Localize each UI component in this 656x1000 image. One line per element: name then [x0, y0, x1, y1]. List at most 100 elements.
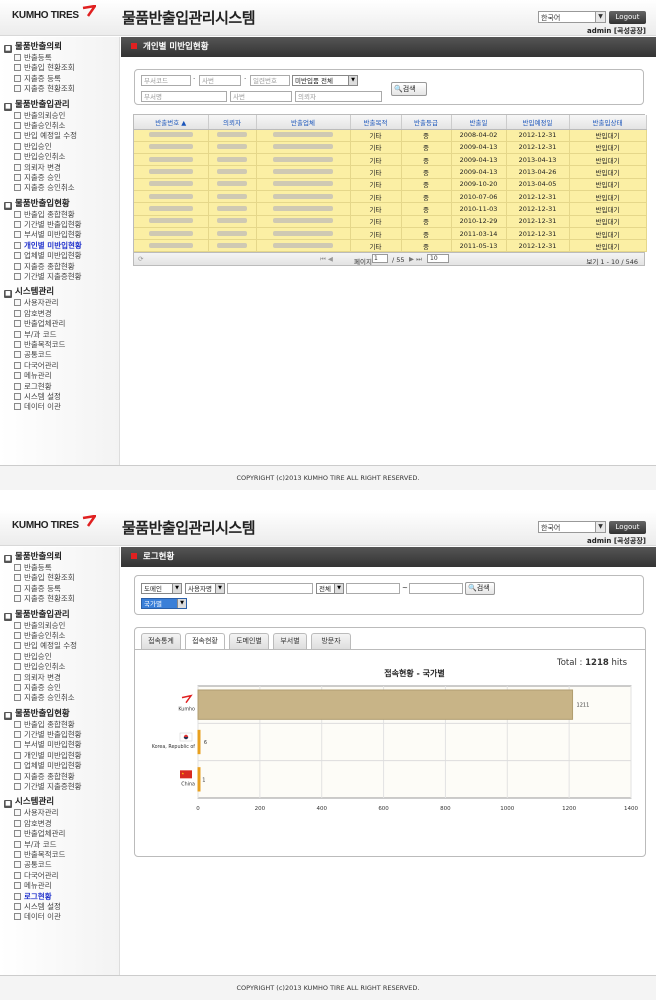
sidebar-item[interactable]: 다국어관리 — [0, 361, 119, 371]
sidebar-item[interactable]: 지출증 등록 — [0, 74, 119, 84]
table-row[interactable]: 기타 중 2011-05-13 2012-12-31 반입대기 — [134, 239, 647, 253]
sidebar-item[interactable]: 기간별 지출증현황 — [0, 782, 119, 792]
column-header[interactable]: 의뢰자 — [208, 115, 257, 130]
sidebar-item[interactable]: 지출증 승인 — [0, 173, 119, 183]
refresh-icon[interactable]: ⟳ — [138, 255, 143, 263]
sidebar-item[interactable]: 데이터 이관 — [0, 912, 119, 922]
sidebar-item[interactable]: 사용자관리 — [0, 808, 119, 818]
sidebar-item[interactable]: 암호변경 — [0, 819, 119, 829]
sidebar-item[interactable]: 지출증 승인취소 — [0, 693, 119, 703]
requester-input[interactable]: 의뢰자 — [295, 91, 382, 102]
logo[interactable]: KUMHO TIRES — [12, 515, 96, 531]
status-select[interactable]: 미반입품 전체 ▼ — [292, 75, 358, 86]
sidebar-item[interactable]: 다국어관리 — [0, 871, 119, 881]
sidebar-item[interactable]: 지출증 승인취소 — [0, 183, 119, 193]
sidebar-item[interactable]: 메뉴관리 — [0, 371, 119, 381]
sidebar-item[interactable]: 기간별 지출증현황 — [0, 272, 119, 282]
user-select[interactable]: 사용자명 ▼ — [185, 583, 225, 594]
end-date-input[interactable] — [409, 583, 463, 594]
next-page-icon[interactable]: ▶ ⏭ — [409, 255, 422, 264]
sidebar-item[interactable]: 반입승인 — [0, 652, 119, 662]
sidebar-group[interactable]: ■ 물품반출입관리 — [0, 100, 119, 111]
sidebar-item[interactable]: 반출등록 — [0, 563, 119, 573]
sidebar-item[interactable]: 데이터 이관 — [0, 402, 119, 412]
sidebar-item[interactable]: 지출증 종합현황 — [0, 772, 119, 782]
first-page-icon[interactable]: ⏮ ◀ — [320, 255, 333, 264]
sidebar-item[interactable]: 반출입 종합현황 — [0, 720, 119, 730]
dept-name-input[interactable]: 부서명 — [141, 91, 227, 102]
sidebar-item[interactable]: 의뢰자 변경 — [0, 163, 119, 173]
sidebar-item[interactable]: 반출입 현황조회 — [0, 63, 119, 73]
table-row[interactable]: 기타 중 2010-11-03 2012-12-31 반입대기 — [134, 202, 647, 216]
group-select[interactable]: 국가별 ▼ — [141, 598, 187, 609]
sidebar-item[interactable]: 메뉴관리 — [0, 881, 119, 891]
start-date-input[interactable] — [346, 583, 400, 594]
sidebar-item[interactable]: 지출증 승인 — [0, 683, 119, 693]
sidebar-item[interactable]: 반출목적코드 — [0, 340, 119, 350]
keyword-input[interactable] — [227, 583, 313, 594]
sidebar-item[interactable]: 지출증 현황조회 — [0, 84, 119, 94]
sidebar-item[interactable]: 부/과 코드 — [0, 840, 119, 850]
emp-input[interactable]: 사번 — [230, 91, 292, 102]
sidebar-item[interactable]: 부서별 미반입현황 — [0, 230, 119, 240]
sidebar-item[interactable]: 기간별 반출입현황 — [0, 730, 119, 740]
sidebar-item[interactable]: 반출업체관리 — [0, 319, 119, 329]
sidebar-item[interactable]: 시스템 설정 — [0, 392, 119, 402]
table-row[interactable]: 기타 중 2008-04-02 2012-12-31 반입대기 — [134, 129, 647, 142]
sidebar-item[interactable]: 반출목적코드 — [0, 850, 119, 860]
sidebar-item[interactable]: 기간별 반출입현황 — [0, 220, 119, 230]
sidebar-item[interactable]: 반출승인취소 — [0, 631, 119, 641]
sidebar-item[interactable]: 로그현황 — [0, 382, 119, 392]
sidebar-item[interactable]: 로그현황 — [0, 892, 119, 902]
search-button[interactable]: 🔍검색 — [391, 82, 427, 96]
tab-3[interactable]: 도메인별 — [229, 633, 269, 649]
sidebar-item[interactable]: 반입승인 — [0, 142, 119, 152]
table-row[interactable]: 기타 중 2009-04-13 2013-04-26 반입대기 — [134, 165, 647, 179]
doc-no-input[interactable]: 일련번호 — [250, 75, 290, 86]
table-row[interactable]: 기타 중 2011-03-14 2012-12-31 반입대기 — [134, 227, 647, 241]
sidebar-group[interactable]: ■ 시스템관리 — [0, 797, 119, 809]
sidebar-item[interactable]: 개인별 미반입현황 — [0, 751, 119, 761]
sidebar-item[interactable]: 부서별 미반입현황 — [0, 740, 119, 750]
column-header[interactable]: 반출등급 — [401, 115, 452, 130]
sidebar-group[interactable]: ■ 물품반출의뢰 — [0, 552, 119, 563]
dept-code-lookup-icon[interactable]: · — [193, 75, 195, 83]
column-header[interactable]: 반입예정일 — [506, 115, 570, 130]
sidebar-item[interactable]: 반출입 종합현황 — [0, 210, 119, 220]
tab-2[interactable]: 접속현황 — [185, 633, 225, 650]
page-size-select[interactable]: 10 — [427, 254, 449, 264]
dept-code-input[interactable]: 부서코드 — [141, 75, 191, 86]
table-row[interactable]: 기타 중 2010-07-06 2012-12-31 반입대기 — [134, 190, 647, 204]
period-select[interactable]: 전체 ▼ — [316, 583, 344, 594]
page-input[interactable]: 1 — [372, 254, 388, 264]
column-header[interactable]: 반출업체 — [256, 115, 351, 130]
sidebar-group[interactable]: ■ 물품반출의뢰 — [0, 42, 119, 53]
sidebar-item[interactable]: 공통코드 — [0, 350, 119, 360]
sabun-input[interactable]: 사번 — [199, 75, 241, 86]
logout-button[interactable]: Logout — [609, 11, 646, 24]
sidebar-item[interactable]: 반입 예정일 수정 — [0, 131, 119, 141]
sidebar-item[interactable]: 의뢰자 변경 — [0, 673, 119, 683]
sabun-lookup-icon[interactable]: · — [244, 75, 246, 83]
sidebar-item[interactable]: 반입 예정일 수정 — [0, 641, 119, 651]
column-header[interactable]: 반출입상태 — [569, 115, 647, 130]
sidebar-item[interactable]: 반입승인취소 — [0, 662, 119, 672]
sidebar-item[interactable]: 지출증 현황조회 — [0, 594, 119, 604]
column-header[interactable]: 반출번호 ▲ — [134, 115, 209, 130]
sidebar-group[interactable]: ■ 물품반출입현황 — [0, 199, 119, 210]
sidebar-item[interactable]: 반출의뢰승인 — [0, 111, 119, 121]
sidebar-item[interactable]: 반출등록 — [0, 53, 119, 63]
sidebar-item[interactable]: 반입승인취소 — [0, 152, 119, 162]
table-row[interactable]: 기타 중 2009-10-20 2013-04-05 반입대기 — [134, 178, 647, 191]
sidebar-item[interactable]: 반출입 현황조회 — [0, 573, 119, 583]
table-row[interactable]: 기타 중 2010-12-29 2012-12-31 반입대기 — [134, 215, 647, 228]
table-row[interactable]: 기타 중 2009-04-13 2013-04-13 반입대기 — [134, 153, 647, 167]
tab-5[interactable]: 방문자 — [311, 633, 351, 649]
sidebar-item[interactable]: 암호변경 — [0, 309, 119, 319]
sidebar-group[interactable]: ■ 시스템관리 — [0, 287, 119, 299]
table-row[interactable]: 기타 중 2009-04-13 2012-12-31 반입대기 — [134, 141, 647, 155]
sidebar-item[interactable]: 반출의뢰승인 — [0, 621, 119, 631]
domain-select[interactable]: 도메인 ▼ — [141, 583, 182, 594]
sidebar-item[interactable]: 개인별 미반입현황 — [0, 241, 119, 251]
sidebar-item[interactable]: 반출승인취소 — [0, 121, 119, 131]
